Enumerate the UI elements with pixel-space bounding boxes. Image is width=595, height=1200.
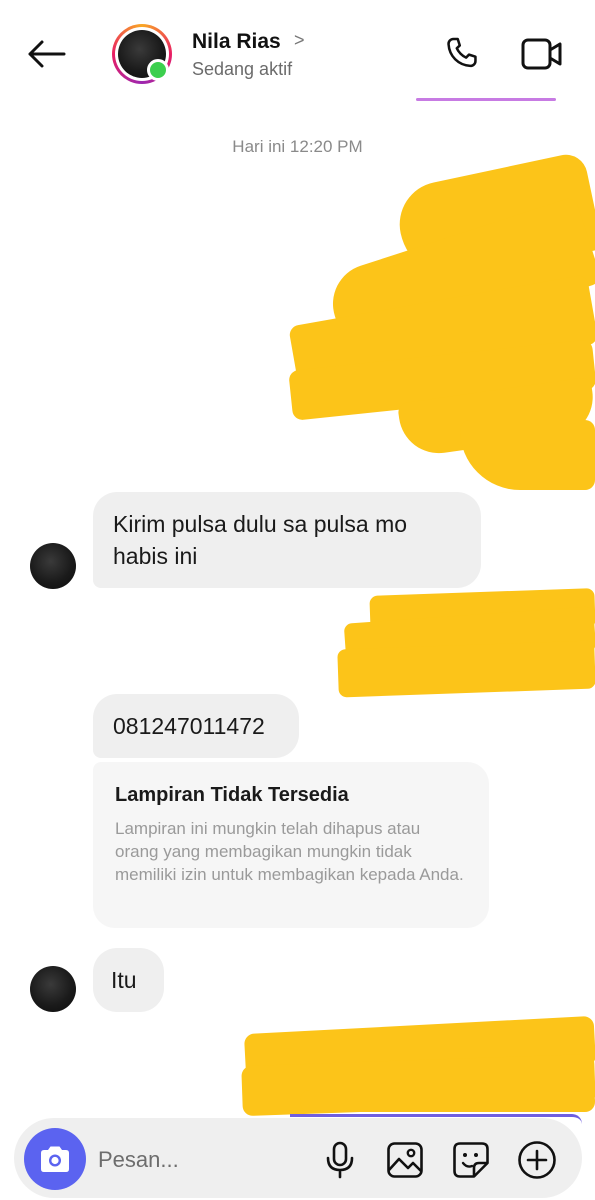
conversation-timestamp: Hari ini 12:20 PM [232,137,363,156]
voice-call-button[interactable] [438,30,486,78]
sticker-icon [453,1142,489,1178]
unavailable-attachment-card[interactable]: Lampiran Tidak Tersedia Lampiran ini mun… [93,762,489,928]
message-input[interactable] [98,1140,298,1180]
composer-accent-edge [290,1114,582,1124]
plus-circle-icon [518,1141,556,1179]
chat-header: Nila Rias > Sedang aktif [0,0,595,108]
phone-icon [447,37,477,68]
message-bubble[interactable]: Itu [93,948,164,1012]
sticker-button[interactable] [449,1138,493,1182]
gallery-button[interactable] [383,1138,427,1182]
header-accent-line [416,98,556,101]
video-camera-icon [521,38,562,70]
attachment-title: Lampiran Tidak Tersedia [115,784,349,806]
contact-status: Sedang aktif [192,59,293,79]
more-options-button[interactable] [515,1138,559,1182]
image-icon [387,1142,423,1178]
video-call-button[interactable] [516,30,568,78]
contact-name[interactable]: Nila Rias [192,30,281,54]
camera-button[interactable] [24,1128,86,1190]
chevron-right-icon: > [294,30,305,50]
microphone-icon [326,1141,354,1179]
voice-message-button[interactable] [318,1138,362,1182]
online-indicator [147,59,169,81]
message-bubble[interactable]: 081247011472 [93,694,299,758]
camera-icon [41,1146,69,1172]
message-avatar[interactable] [30,966,76,1012]
attachment-description: Lampiran ini mungkin telah dihapus atau … [115,819,464,884]
message-avatar[interactable] [30,543,76,589]
message-bubble[interactable]: Kirim pulsa dulu sa pulsa mo habis ini [93,492,481,588]
arrow-left-icon [28,40,66,68]
back-button[interactable] [22,34,70,74]
